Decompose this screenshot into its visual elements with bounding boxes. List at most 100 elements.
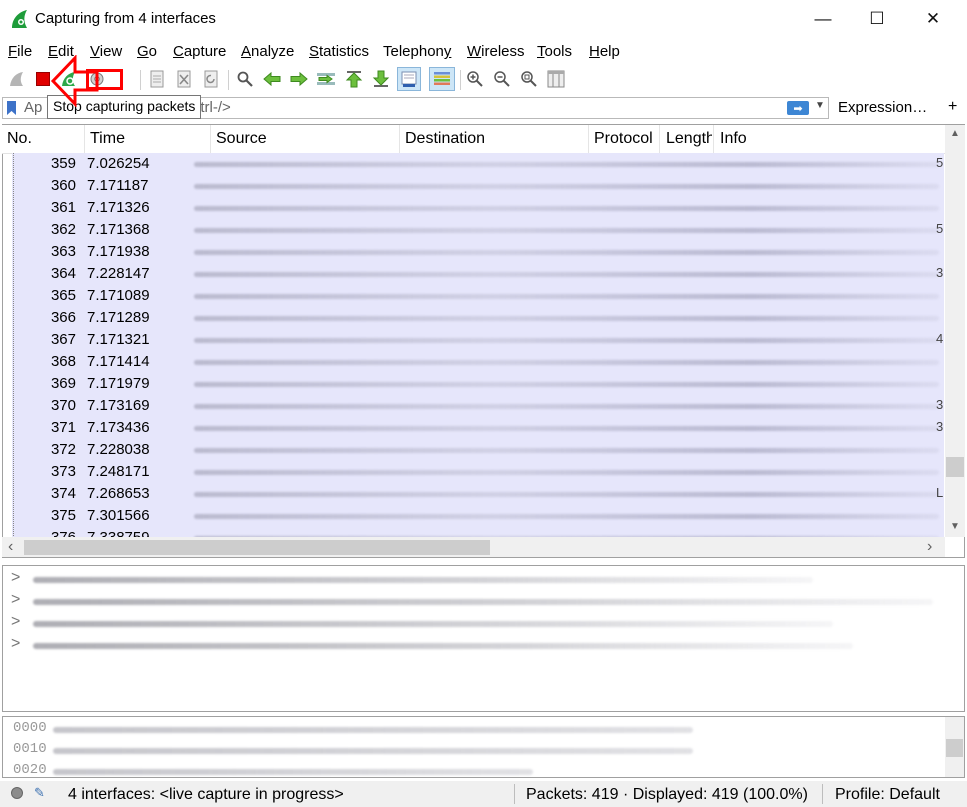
expert-info-indicator-icon[interactable] <box>11 787 23 799</box>
packet-time: 7.171321 <box>87 331 150 348</box>
colorize-icon[interactable] <box>429 67 455 91</box>
expand-arrow-icon[interactable]: > <box>11 635 20 653</box>
redacted-packet-fields <box>194 316 939 321</box>
packet-row[interactable]: 365 7.171089 <box>12 285 944 307</box>
zoom-normal-icon[interactable] <box>518 68 540 90</box>
apply-filter-arrow-icon[interactable]: ➡ <box>787 101 809 115</box>
menu-capture[interactable]: Capture <box>173 43 226 60</box>
packet-list-horizontal-scrollbar[interactable]: ‹ › <box>2 537 945 557</box>
autoscroll-icon[interactable] <box>397 67 421 91</box>
find-icon[interactable] <box>234 68 256 90</box>
maximize-button[interactable]: ☐ <box>854 0 900 38</box>
forward-icon[interactable] <box>288 68 310 90</box>
redacted-text <box>33 577 813 583</box>
menu-statistics[interactable]: Statistics <box>309 43 369 60</box>
scroll-down-icon[interactable]: ▼ <box>950 521 960 532</box>
column-header-destination[interactable]: Destination <box>405 130 485 148</box>
detail-tree-item[interactable]: > <box>5 569 935 591</box>
menu-help[interactable]: Help <box>589 43 620 60</box>
packet-number: 364 <box>50 265 76 282</box>
column-header-no[interactable]: No. <box>7 130 32 148</box>
expression-button[interactable]: Expression… <box>838 99 927 116</box>
column-header-protocol[interactable]: Protocol <box>594 130 653 148</box>
bookmark-icon[interactable] <box>7 101 16 115</box>
detail-tree-item[interactable]: > <box>5 591 935 613</box>
info-fragment: 5 <box>936 221 944 236</box>
packet-row[interactable]: 372 7.228038 <box>12 439 944 461</box>
packet-time: 7.171414 <box>87 353 150 370</box>
wireshark-logo-icon <box>12 10 27 28</box>
packet-row[interactable]: 375 7.301566 <box>12 505 944 527</box>
packet-row[interactable]: 370 7.173169 3 <box>12 395 944 417</box>
packet-row[interactable]: 359 7.026254 5 <box>12 153 944 175</box>
redacted-packet-fields <box>194 470 939 475</box>
info-fragment: 3 <box>936 419 944 434</box>
info-fragment: L <box>936 485 944 500</box>
menu-telephony[interactable]: Telephony <box>383 43 451 60</box>
profile-selector[interactable]: Profile: Default <box>835 786 940 804</box>
capture-comment-icon[interactable]: ✎ <box>34 785 45 801</box>
scroll-thumb[interactable] <box>946 739 963 757</box>
packet-number: 366 <box>50 309 76 326</box>
column-header-length[interactable]: Length <box>666 130 712 148</box>
scroll-thumb[interactable] <box>946 457 964 477</box>
filter-dropdown-icon[interactable]: ▼ <box>815 100 825 111</box>
menu-analyze[interactable]: Analyze <box>241 43 294 60</box>
last-packet-icon[interactable] <box>370 68 392 90</box>
zoom-in-icon[interactable] <box>464 68 486 90</box>
packet-time: 7.228038 <box>87 441 150 458</box>
redacted-text <box>33 643 853 649</box>
packet-time: 7.171289 <box>87 309 150 326</box>
detail-tree-item[interactable]: > <box>5 635 935 657</box>
packet-row[interactable]: 373 7.248171 <box>12 461 944 483</box>
close-button[interactable]: ✕ <box>910 0 956 38</box>
zoom-out-icon[interactable] <box>491 68 513 90</box>
packet-row[interactable]: 361 7.171326 <box>12 197 944 219</box>
column-header-info[interactable]: Info <box>720 130 747 148</box>
goto-packet-icon[interactable] <box>315 68 337 90</box>
menu-file[interactable]: File <box>8 43 32 60</box>
resize-columns-icon[interactable] <box>545 68 567 90</box>
packet-row[interactable]: 368 7.171414 <box>12 351 944 373</box>
byte-offset: 0010 <box>13 741 47 757</box>
packet-row[interactable]: 363 7.171938 <box>12 241 944 263</box>
packet-row[interactable]: 360 7.171187 <box>12 175 944 197</box>
add-filter-button[interactable]: + <box>948 98 957 116</box>
scroll-right-icon[interactable]: › <box>927 538 932 556</box>
expand-arrow-icon[interactable]: > <box>11 613 20 631</box>
scroll-up-icon[interactable]: ▲ <box>950 128 960 139</box>
back-icon[interactable] <box>261 68 283 90</box>
expand-arrow-icon[interactable]: > <box>11 591 20 609</box>
menu-go[interactable]: Go <box>137 43 157 60</box>
packet-row[interactable]: 369 7.171979 <box>12 373 944 395</box>
packet-row[interactable]: 367 7.171321 4 <box>12 329 944 351</box>
expand-arrow-icon[interactable]: > <box>11 569 20 587</box>
open-file-icon[interactable] <box>146 68 168 90</box>
column-header-time[interactable]: Time <box>90 130 125 148</box>
bytes-vertical-scrollbar[interactable] <box>945 717 964 777</box>
packet-number: 359 <box>50 155 76 172</box>
menu-tools[interactable]: Tools <box>537 43 572 60</box>
packet-row[interactable]: 362 7.171368 5 <box>12 219 944 241</box>
packet-row[interactable]: 371 7.173436 3 <box>12 417 944 439</box>
menu-wireless[interactable]: Wireless <box>467 43 525 60</box>
detail-tree-item[interactable]: > <box>5 613 935 635</box>
packet-row[interactable]: 366 7.171289 <box>12 307 944 329</box>
reload-icon[interactable] <box>200 68 222 90</box>
close-file-icon[interactable] <box>173 68 195 90</box>
packet-time: 7.171187 <box>87 177 149 194</box>
minimize-button[interactable]: — <box>800 0 846 38</box>
packet-time: 7.228147 <box>87 265 150 282</box>
scroll-left-icon[interactable]: ‹ <box>8 538 13 556</box>
main-toolbar <box>0 66 967 94</box>
packet-number: 371 <box>50 419 76 436</box>
packet-list-header: No. Time Source Destination Protocol Len… <box>2 125 947 154</box>
packet-list-vertical-scrollbar[interactable]: ▲ ▼ <box>945 125 965 537</box>
column-header-source[interactable]: Source <box>216 130 267 148</box>
first-packet-icon[interactable] <box>343 68 365 90</box>
packet-row[interactable]: 364 7.228147 3 <box>12 263 944 285</box>
redacted-packet-fields <box>194 360 939 365</box>
packet-row[interactable]: 374 7.268653 L <box>12 483 944 505</box>
horizontal-scroll-thumb[interactable] <box>24 540 490 555</box>
shark-fin-icon[interactable] <box>6 68 28 90</box>
